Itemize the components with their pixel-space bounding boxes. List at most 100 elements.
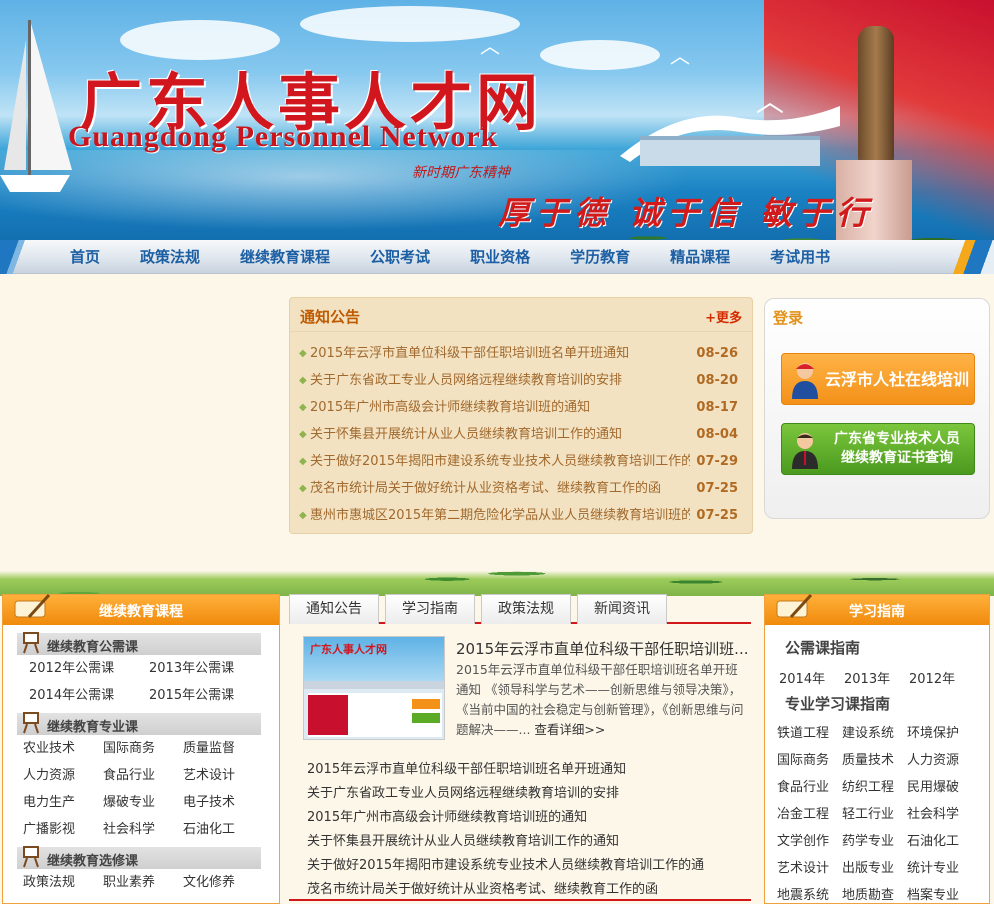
board-icon	[23, 712, 39, 734]
yunfu-button-label: 云浮市人社在线培训	[824, 369, 969, 389]
nav-item-continuing-education[interactable]: 继续教育课程	[220, 240, 350, 274]
guide-link[interactable]: 冶金工程	[777, 801, 842, 828]
thumb-green-button	[412, 713, 440, 723]
course-link[interactable]: 2014年公需课	[23, 682, 143, 709]
tab-news[interactable]: 新闻资讯	[577, 594, 667, 624]
tab-study-guide[interactable]: 学习指南	[385, 594, 475, 624]
tab-notices[interactable]: 通知公告	[289, 594, 379, 624]
guide-link[interactable]: 社会科学	[907, 801, 972, 828]
course-link[interactable]: 艺术设计	[183, 762, 263, 789]
news-tabs-panel: 通知公告 学习指南 政策法规 新闻资讯 广东人事人才网 2015年云浮市直单位科…	[289, 594, 751, 904]
guide-link[interactable]: 药学专业	[842, 828, 907, 855]
featured-title[interactable]: 2015年云浮市直单位科级干部任职培训班...	[456, 638, 748, 659]
news-list: 2015年云浮市直单位科级干部任职培训班名单开班通知 关于广东省政工专业人员网络…	[289, 758, 751, 902]
guide-link[interactable]: 文学创作	[777, 828, 842, 855]
news-item[interactable]: 关于广东省政工专业人员网络远程继续教育培训的安排	[289, 782, 751, 806]
notice-item[interactable]: ◆ 关于怀集县开展统计从业人员继续教育培训工作的通知 08-04	[290, 421, 752, 448]
featured-summary: 2015年云浮市直单位科级干部任职培训班名单开班通知 《领导科学与艺术——创新思…	[456, 662, 744, 737]
nav-item-civil-exam[interactable]: 公职考试	[350, 240, 450, 274]
guide-link[interactable]: 环境保护	[907, 720, 972, 747]
notice-panel: 通知公告 +更多 ◆ 2015年云浮市直单位科级干部任职培训班名单开班通知 08-2…	[289, 297, 753, 534]
notice-item[interactable]: ◆ 惠州市惠城区2015年第二期危险化学品从业人员继续教育培训班的通 07-25	[290, 502, 752, 529]
news-item[interactable]: 关于做好2015年揭阳市建设系统专业技术人员继续教育培训工作的通	[289, 854, 751, 878]
course-link[interactable]: 国际商务	[103, 735, 183, 762]
course-link[interactable]: 石油化工	[183, 816, 263, 843]
course-link[interactable]: 食品行业	[103, 762, 183, 789]
course-link[interactable]: 电子技术	[183, 789, 263, 816]
view-details-link[interactable]: 查看详细>>	[534, 722, 605, 737]
course-link[interactable]: 人力资源	[23, 762, 103, 789]
course-link[interactable]: 2013年公需课	[143, 655, 263, 682]
notice-header: 通知公告 +更多	[290, 298, 752, 332]
seagull-icon: ︿	[670, 44, 690, 68]
guide-link[interactable]: 民用爆破	[907, 774, 972, 801]
course-link[interactable]: 2015年公需课	[143, 682, 263, 709]
course-link[interactable]: 质量监督	[183, 735, 263, 762]
year-link[interactable]: 2014年	[779, 668, 844, 687]
guide-link[interactable]: 地震系统	[777, 882, 842, 904]
guide-link[interactable]: 地质勘查	[842, 882, 907, 904]
panel-header: 继续教育课程	[3, 593, 279, 625]
guide-link[interactable]: 档案专业	[907, 882, 972, 904]
exhibition-building	[620, 106, 840, 166]
year-link[interactable]: 2013年	[844, 668, 909, 687]
notice-item[interactable]: ◆ 茂名市统计局关于做好统计从业资格考试、继续教育工作的函 07-25	[290, 475, 752, 502]
guide-link[interactable]: 艺术设计	[777, 855, 842, 882]
site-banner: ︿ ︿ ︿ 广东人事人才网 Guangdong Personnel Networ…	[0, 0, 994, 240]
landscape-decoration	[0, 540, 994, 596]
course-link[interactable]: 农业技术	[23, 735, 103, 762]
guide-link[interactable]: 食品行业	[777, 774, 842, 801]
gd-certificate-query-button[interactable]: 广东省专业技术人员 继续教育证书查询	[781, 423, 975, 475]
site-subtitle: Guangdong Personnel Network	[68, 120, 499, 153]
guide-link[interactable]: 人力资源	[907, 747, 972, 774]
nav-item-exam-books[interactable]: 考试用书	[750, 240, 850, 274]
thumb-title: 广东人事人才网	[310, 643, 387, 656]
course-link[interactable]: 职业素养	[103, 869, 183, 896]
nav-item-featured-courses[interactable]: 精品课程	[650, 240, 750, 274]
course-link[interactable]: 爆破专业	[103, 789, 183, 816]
course-link[interactable]: 文化修养	[183, 869, 263, 896]
guide-link[interactable]: 建设系统	[842, 720, 907, 747]
guide-link[interactable]: 国际商务	[777, 747, 842, 774]
statue	[858, 26, 894, 162]
news-item[interactable]: 2015年广州市高级会计师继续教育培训班的通知	[289, 806, 751, 830]
bullet-icon: ◆	[299, 348, 307, 359]
course-link[interactable]: 2012年公需课	[23, 655, 143, 682]
tab-bar: 通知公告 学习指南 政策法规 新闻资讯	[289, 594, 751, 624]
course-link[interactable]: 电力生产	[23, 789, 103, 816]
banner-spirit-text: 新时期广东精神	[412, 165, 510, 181]
notice-item[interactable]: ◆ 关于广东省政工专业人员网络远程继续教育培训的安排 08-20	[290, 367, 752, 394]
guide-link[interactable]: 统计专业	[907, 855, 972, 882]
notice-item[interactable]: ◆ 2015年广州市高级会计师继续教育培训班的通知 08-17	[290, 394, 752, 421]
study-guide-panel: 学习指南 公需课指南 2014年 2013年 2012年 专业学习课指南 铁道工…	[764, 593, 990, 904]
bullet-icon: ◆	[299, 402, 307, 413]
elective-course-links: 政策法规 职业素养 文化修养	[23, 869, 279, 896]
yunfu-online-training-button[interactable]: 云浮市人社在线培训	[781, 353, 975, 405]
guide-link[interactable]: 质量技术	[842, 747, 907, 774]
nav-item-policy[interactable]: 政策法规	[120, 240, 220, 274]
cloud	[540, 40, 660, 70]
guide-link[interactable]: 出版专业	[842, 855, 907, 882]
guide-link[interactable]: 石油化工	[907, 828, 972, 855]
tab-policy[interactable]: 政策法规	[481, 594, 571, 624]
seagull-icon: ︿	[756, 85, 785, 118]
featured-thumbnail[interactable]: 广东人事人才网	[303, 636, 445, 740]
bullet-icon: ◆	[299, 375, 307, 386]
course-link[interactable]: 社会科学	[103, 816, 183, 843]
notice-more-link[interactable]: +更多	[705, 307, 742, 326]
guide-link[interactable]: 铁道工程	[777, 720, 842, 747]
professional-guide-links: 铁道工程 建设系统 环境保护 国际商务 质量技术 人力资源 食品行业 纺织工程 …	[777, 720, 989, 904]
year-link[interactable]: 2012年	[909, 668, 974, 687]
course-link[interactable]: 政策法规	[23, 869, 103, 896]
nav-item-degree-education[interactable]: 学历教育	[550, 240, 650, 274]
guide-link[interactable]: 纺织工程	[842, 774, 907, 801]
notice-date: 07-25	[696, 508, 738, 523]
guide-link[interactable]: 轻工行业	[842, 801, 907, 828]
notice-item[interactable]: ◆ 2015年云浮市直单位科级干部任职培训班名单开班通知 08-26	[290, 340, 752, 367]
nav-item-qualification[interactable]: 职业资格	[450, 240, 550, 274]
nav-item-home[interactable]: 首页	[50, 240, 120, 274]
course-link[interactable]: 广播影视	[23, 816, 103, 843]
news-item[interactable]: 关于怀集县开展统计从业人员继续教育培训工作的通知	[289, 830, 751, 854]
notice-item[interactable]: ◆ 关于做好2015年揭阳市建设系统专业技术人员继续教育培训工作的通 07-29	[290, 448, 752, 475]
news-item[interactable]: 2015年云浮市直单位科级干部任职培训班名单开班通知	[289, 758, 751, 782]
